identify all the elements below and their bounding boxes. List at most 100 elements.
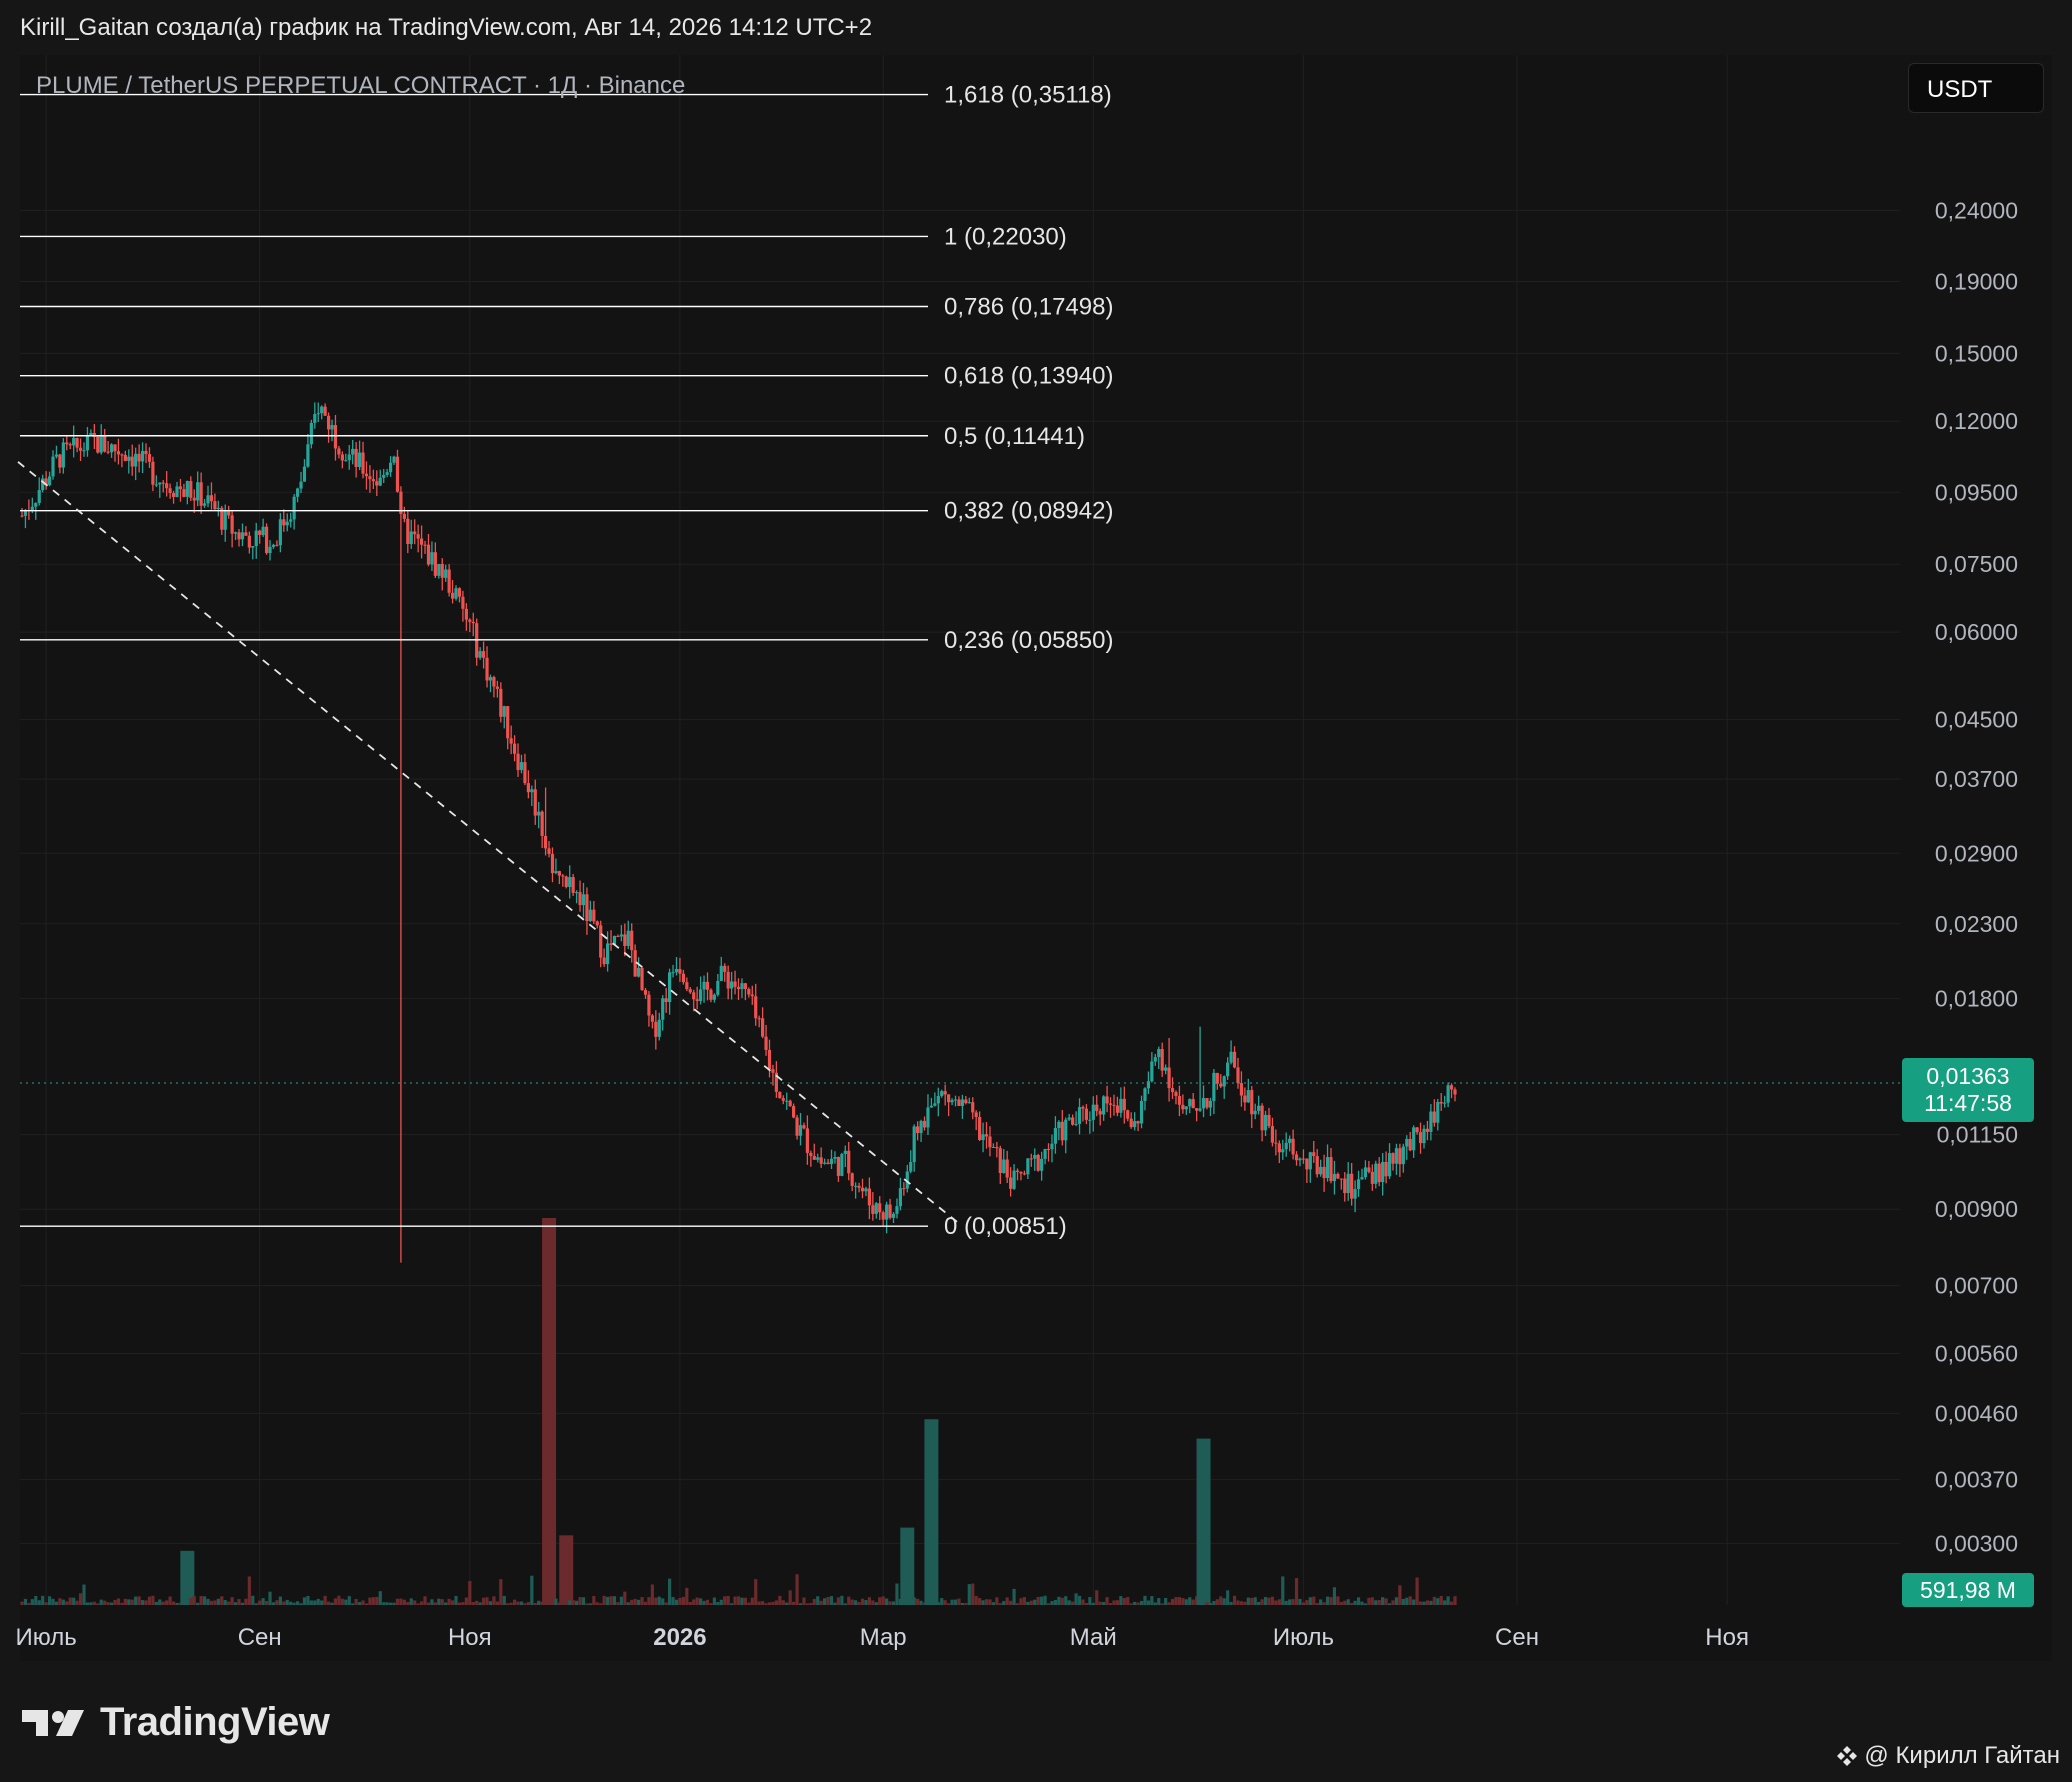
candle-body (726, 971, 730, 989)
candle (413, 519, 417, 545)
candle-body (206, 495, 210, 504)
volume-bar (41, 1595, 45, 1605)
candle (1208, 1097, 1213, 1117)
volume-bar (51, 1598, 55, 1605)
candle (919, 1119, 923, 1143)
candle-body (1312, 1152, 1316, 1157)
candle-body (1012, 1170, 1016, 1189)
candle-body (857, 1185, 861, 1188)
candle (137, 444, 141, 473)
candle (330, 419, 334, 442)
volume-bar (888, 1601, 892, 1605)
candle (240, 523, 245, 547)
candle-body (313, 414, 317, 423)
candle (1102, 1095, 1106, 1121)
volume-bar (630, 1599, 634, 1605)
candle (1088, 1111, 1092, 1134)
candle (251, 545, 255, 560)
volume-bar (995, 1597, 999, 1605)
candle-body (1239, 1083, 1244, 1096)
candle-body (526, 783, 530, 793)
candle (399, 486, 403, 1263)
candle-body (978, 1117, 982, 1141)
volume-bar (1387, 1603, 1392, 1605)
candle-body (1150, 1061, 1154, 1082)
price-chart[interactable]: 1,618 (0,35118) 1 (0,22030) 0,786 (0,17498… (0, 0, 2072, 1782)
candle (1405, 1135, 1409, 1160)
candle (947, 1094, 951, 1117)
candle-body (678, 968, 682, 974)
candle-body (964, 1099, 968, 1104)
volume-bar (1236, 1600, 1240, 1605)
volume-bar (1298, 1598, 1302, 1605)
tradingview-logo[interactable]: TradingView (22, 1700, 330, 1745)
candle (1298, 1157, 1302, 1167)
candle-body (1198, 1108, 1202, 1111)
volume-bar (54, 1601, 59, 1605)
candle-body (323, 406, 327, 416)
candle-body (130, 456, 134, 467)
volume-bar (1353, 1600, 1357, 1605)
fib-label: 0,236 (0,05850) (944, 627, 1113, 654)
candle-body (623, 934, 627, 946)
volume-bar (72, 1597, 76, 1605)
volume-bar (1074, 1593, 1078, 1605)
candle-body (1350, 1173, 1354, 1199)
volume-bar (1319, 1599, 1323, 1605)
candle-body (668, 972, 672, 1003)
volume-bar (1288, 1599, 1292, 1605)
candle (785, 1092, 789, 1110)
candle (860, 1178, 865, 1199)
volume-bar (812, 1598, 816, 1605)
volume-bar (475, 1600, 479, 1605)
volume-bar (847, 1596, 851, 1605)
candle-body (282, 519, 286, 526)
volume-bar (357, 1602, 362, 1605)
candle-body (1429, 1111, 1433, 1132)
candle-body (488, 677, 493, 681)
candle (1239, 1071, 1244, 1107)
volume-bar (244, 1598, 248, 1605)
candle-body (1215, 1072, 1219, 1084)
candle (409, 519, 413, 549)
volume-bar (1005, 1597, 1009, 1605)
candle (557, 870, 561, 885)
candle-body (819, 1157, 823, 1164)
candle-body (120, 454, 124, 456)
volume-bar (1002, 1601, 1006, 1605)
candle-body (416, 534, 420, 539)
candle (1119, 1087, 1123, 1118)
candle (1067, 1113, 1071, 1121)
volume-bar (351, 1603, 355, 1605)
currency-button[interactable]: USDT (1908, 63, 2044, 113)
price-tick-label: 0,03700 (1935, 766, 2018, 792)
dashed-trend-line (17, 461, 963, 1227)
volume-bar (1381, 1597, 1385, 1605)
price-tick-label: 0,19000 (1935, 268, 2018, 294)
candle (1174, 1090, 1178, 1105)
candle (1219, 1074, 1223, 1089)
candle-body (1236, 1067, 1240, 1084)
candle-body (413, 531, 417, 535)
candle-body (247, 535, 251, 548)
candle (68, 442, 72, 450)
candle (433, 542, 437, 579)
volume-bar (309, 1600, 313, 1605)
candle-body (802, 1125, 806, 1129)
volume-bar (268, 1591, 272, 1605)
candle (1305, 1158, 1309, 1183)
volume-bar (237, 1599, 241, 1605)
volume-bar (395, 1598, 400, 1605)
candle (471, 612, 475, 637)
candle (1394, 1143, 1399, 1175)
candle-body (867, 1188, 871, 1206)
candle (681, 969, 685, 985)
candle (1164, 1064, 1168, 1075)
volume-bar (1174, 1597, 1178, 1605)
candle (1315, 1149, 1319, 1178)
candle (1377, 1157, 1381, 1187)
candle (440, 558, 444, 591)
candle-body (1184, 1106, 1188, 1110)
candle (61, 438, 65, 474)
candle-body (664, 998, 668, 1003)
